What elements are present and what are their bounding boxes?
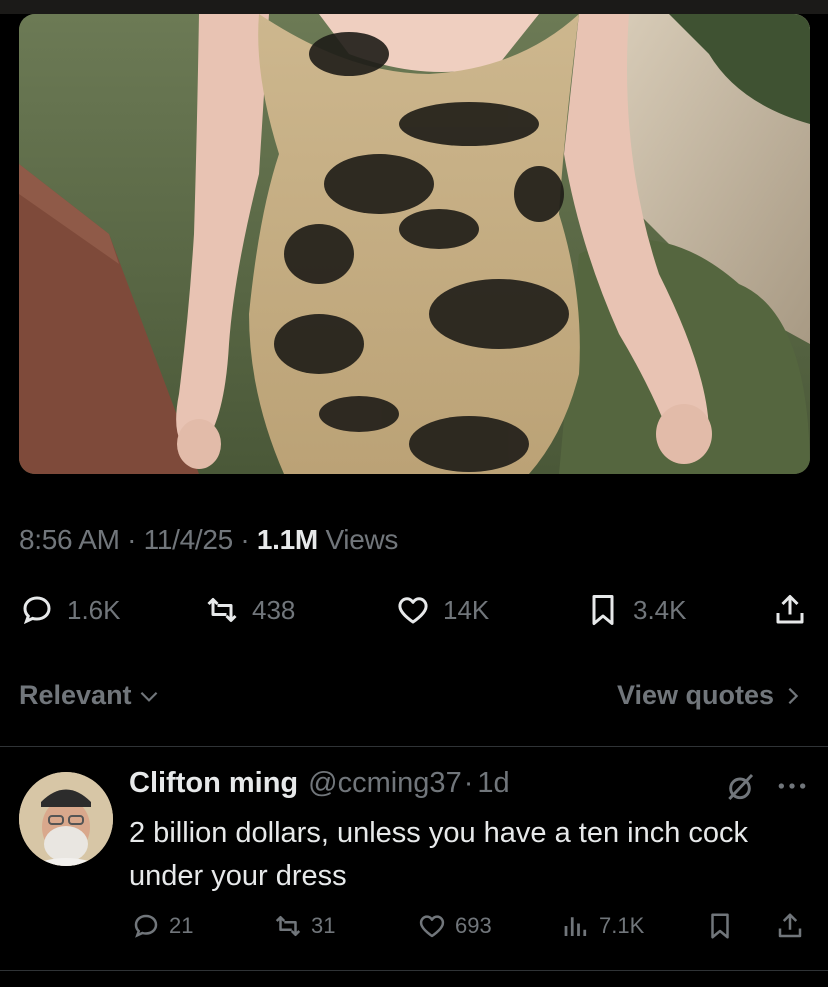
reply-icon	[134, 914, 158, 938]
photo-illustration	[19, 14, 810, 474]
views-label: Views	[325, 524, 399, 555]
reply-bookmark-button[interactable]	[705, 911, 735, 941]
meta-separator: ·	[240, 524, 250, 555]
avatar-image	[19, 772, 113, 866]
like-icon	[398, 597, 428, 624]
grok-icon[interactable]	[724, 771, 756, 803]
share-button[interactable]	[772, 592, 808, 628]
share-icon	[778, 913, 802, 938]
bookmark-count: 3.4K	[633, 594, 687, 625]
repost-icon	[207, 598, 237, 622]
tweet-date[interactable]: 11/4/25	[144, 524, 234, 555]
chevron-right-icon	[788, 687, 799, 704]
reply-age[interactable]: 1d	[477, 767, 509, 800]
reply-repost-button[interactable]: 31	[273, 911, 335, 941]
tweet-media-image[interactable]	[19, 14, 810, 474]
more-icon[interactable]	[776, 774, 808, 798]
reply-repost-count: 31	[311, 913, 336, 938]
reply-author-name[interactable]: Clifton ming	[129, 767, 298, 800]
repost-icon	[275, 916, 301, 936]
view-quotes-label: View quotes	[616, 680, 774, 710]
reply-share-button[interactable]	[775, 911, 805, 941]
bookmark-icon	[711, 913, 729, 939]
reply-icon	[23, 596, 51, 625]
like-count: 14K	[443, 594, 490, 625]
top-edge	[0, 0, 828, 14]
reply-views-button[interactable]: 7.1K	[561, 911, 644, 941]
reply-like-count: 693	[455, 913, 492, 938]
reply-header: Clifton ming @ccming37 · 1d	[129, 767, 510, 800]
sort-label: Relevant	[19, 680, 132, 710]
reply-views-count: 7.1K	[599, 913, 645, 938]
divider	[0, 746, 828, 747]
reply-like-button[interactable]: 693	[417, 911, 492, 941]
repost-count: 438	[252, 594, 296, 625]
reply-reply-button[interactable]: 21	[131, 911, 193, 941]
bookmark-icon	[592, 595, 614, 625]
tweet-time[interactable]: 8:56 AM	[19, 524, 120, 555]
reply-author-handle[interactable]: @ccming37	[308, 767, 462, 800]
reply-text: 2 billion dollars, unless you have a ten…	[129, 817, 749, 892]
reply-reply-count: 21	[169, 913, 194, 938]
like-button[interactable]: 14K	[395, 592, 489, 628]
bookmark-button[interactable]: 3.4K	[585, 592, 687, 628]
views-icon	[564, 917, 587, 936]
views-count: 1.1M	[256, 524, 318, 555]
tweet-meta: 8:56 AM · 11/4/25 · 1.1M Views	[19, 524, 398, 556]
reply-button[interactable]: 1.6K	[19, 592, 121, 628]
chevron-down-icon	[140, 691, 157, 702]
view-quotes-link[interactable]: View quotes	[617, 680, 804, 711]
share-icon	[776, 595, 804, 624]
repost-button[interactable]: 438	[204, 592, 295, 628]
reply-sort-dropdown[interactable]: Relevant	[19, 680, 162, 711]
meta-separator: ·	[127, 524, 137, 555]
avatar[interactable]	[19, 772, 113, 866]
reply-separator: ·	[463, 767, 474, 799]
reply-count: 1.6K	[67, 594, 121, 625]
like-icon	[419, 915, 445, 938]
divider	[0, 970, 828, 971]
